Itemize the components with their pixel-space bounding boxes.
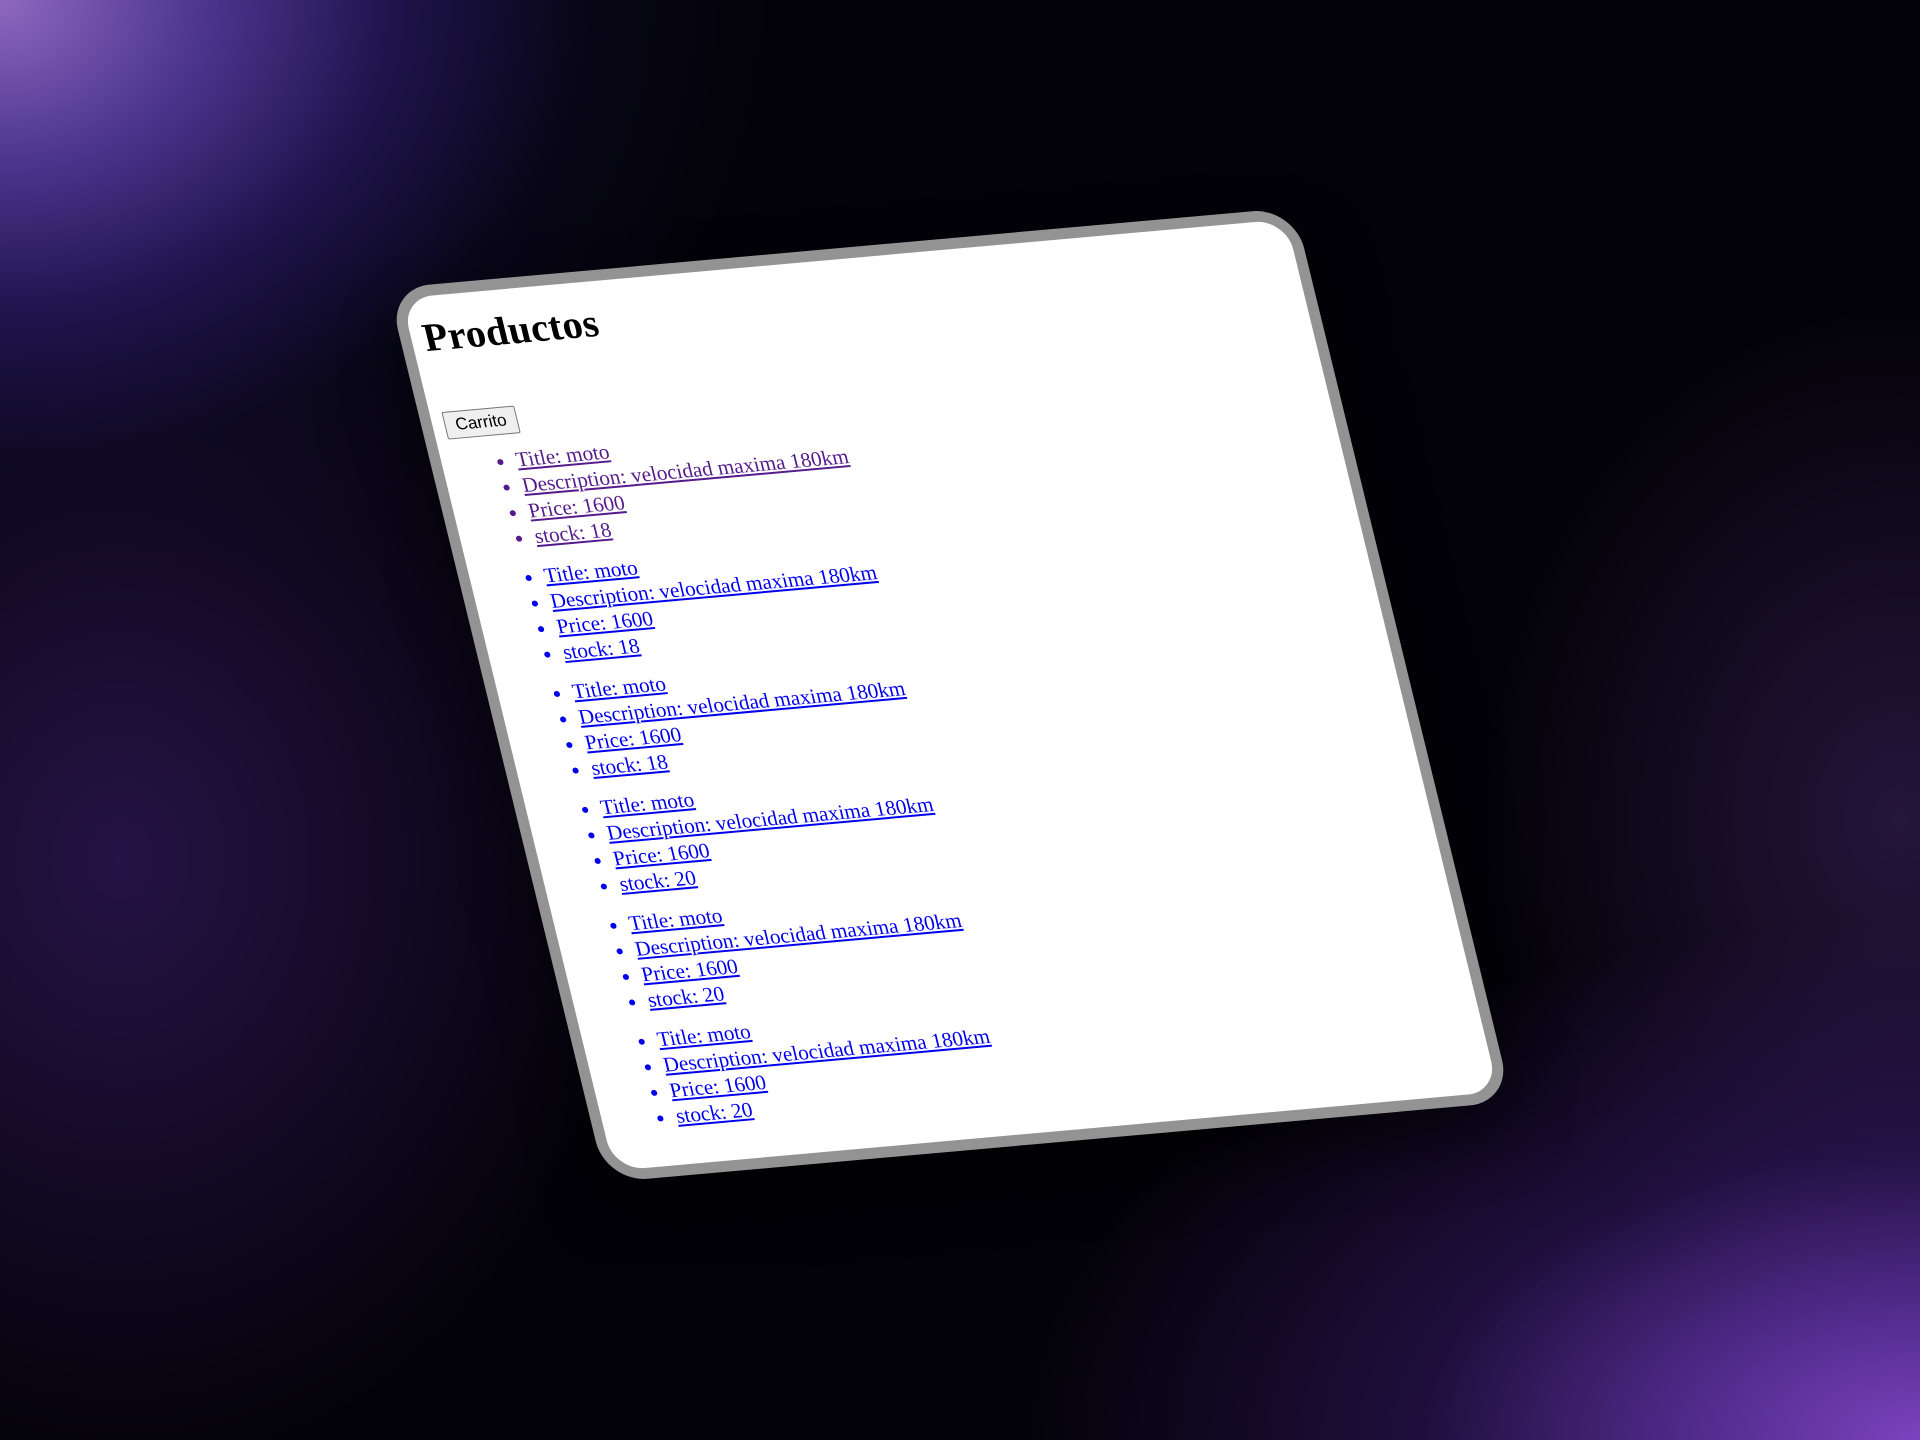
product-stock-link[interactable]: stock: 20 xyxy=(673,1097,755,1127)
product-stock-link[interactable]: stock: 18 xyxy=(588,750,670,780)
product-stock-link[interactable]: stock: 20 xyxy=(617,866,699,896)
product-stock-link[interactable]: stock: 20 xyxy=(645,981,727,1011)
browser-window: Productos Carrito Title: moto Descriptio… xyxy=(387,207,1513,1183)
cart-button[interactable]: Carrito xyxy=(441,405,521,440)
page-content: Productos Carrito Title: moto Descriptio… xyxy=(401,219,1490,1135)
product-stock-link[interactable]: stock: 18 xyxy=(560,634,642,664)
product-stock-link[interactable]: stock: 18 xyxy=(532,518,614,548)
page-title: Productos xyxy=(417,300,604,361)
